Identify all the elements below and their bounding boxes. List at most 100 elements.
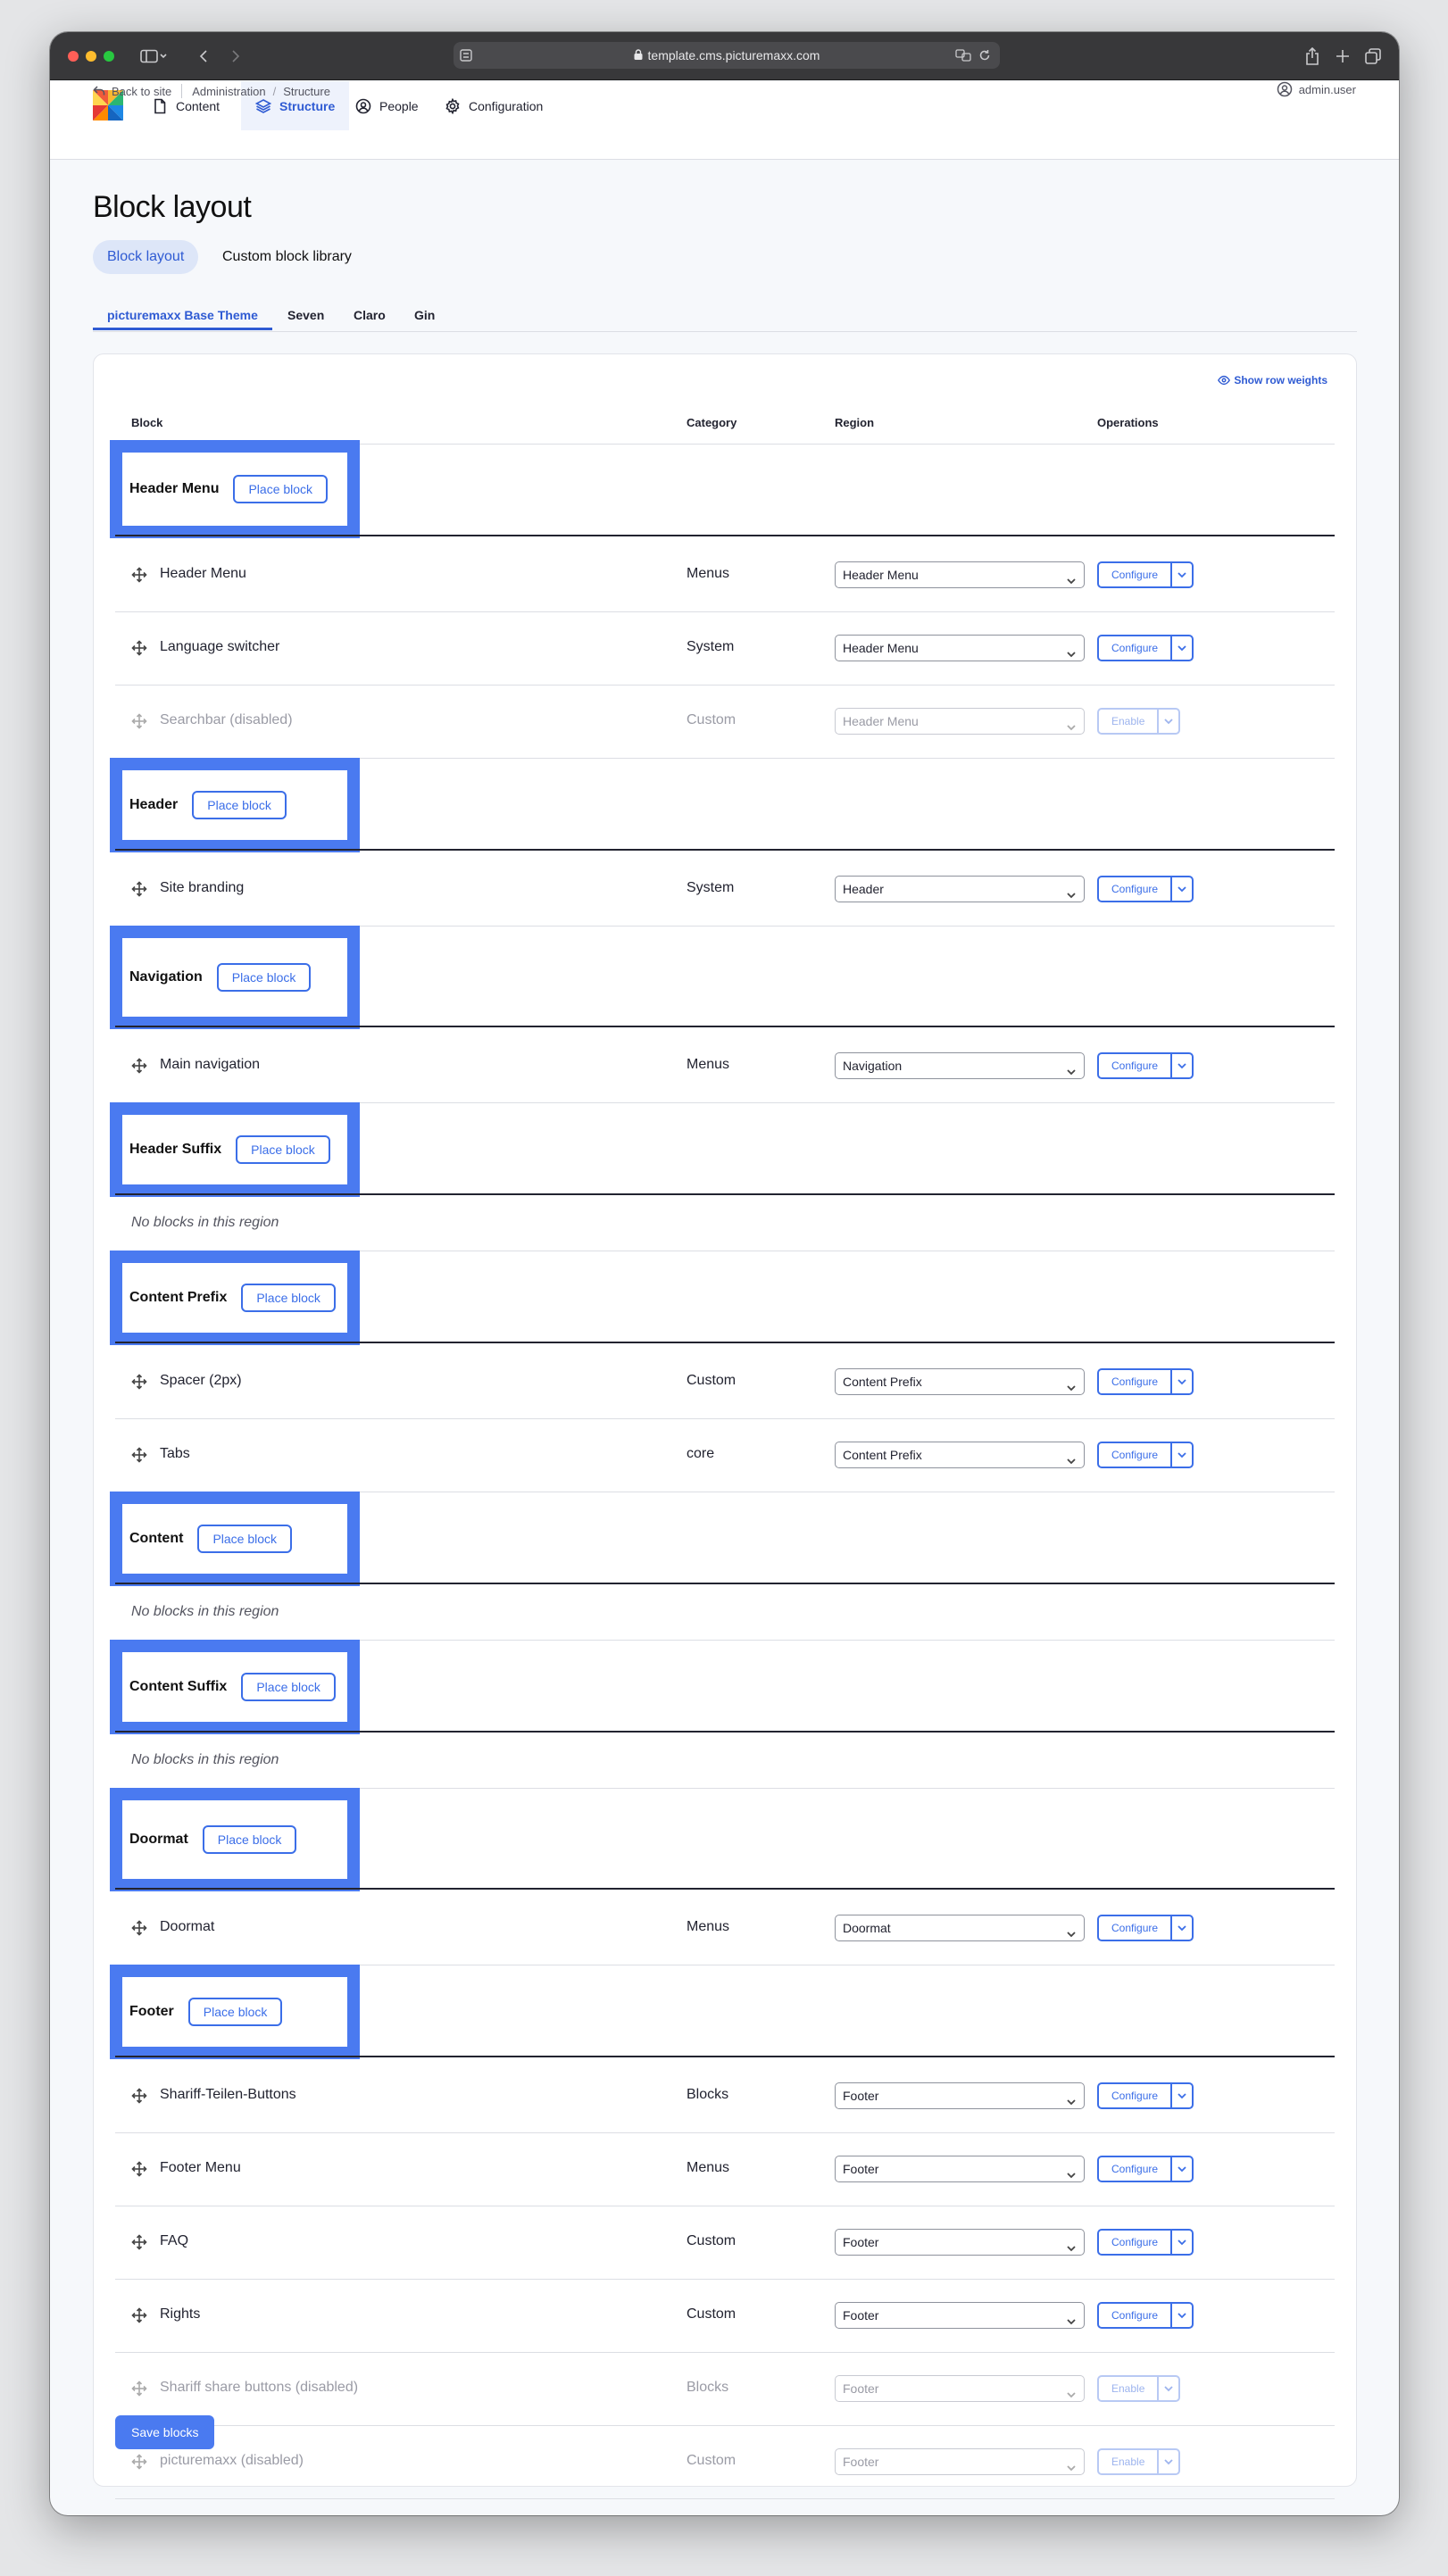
tab-block-layout[interactable]: Block layout: [93, 240, 199, 274]
nav-configuration[interactable]: Configuration: [430, 81, 557, 130]
drag-handle-icon[interactable]: [131, 567, 147, 583]
operations-dropdown-toggle[interactable]: [1170, 2304, 1192, 2327]
place-block-button[interactable]: Place block: [236, 1135, 330, 1164]
configure-button[interactable]: Configure: [1099, 1916, 1170, 1940]
drag-handle-icon[interactable]: [131, 2161, 147, 2177]
forward-icon[interactable]: [225, 45, 246, 68]
drag-handle-icon[interactable]: [131, 1447, 147, 1463]
operations-group: Configure: [1097, 2082, 1194, 2109]
drag-handle-icon[interactable]: [131, 713, 147, 729]
operations-dropdown-toggle[interactable]: [1157, 2450, 1178, 2473]
configure-button[interactable]: Configure: [1099, 1443, 1170, 1467]
configure-button[interactable]: Configure: [1099, 2304, 1170, 2327]
region-select[interactable]: Footer: [835, 2375, 1085, 2402]
drag-handle-icon[interactable]: [131, 2307, 147, 2323]
drag-handle-icon[interactable]: [131, 2088, 147, 2104]
configure-button[interactable]: Configure: [1099, 1370, 1170, 1393]
operations-dropdown-toggle[interactable]: [1170, 2084, 1192, 2107]
share-icon[interactable]: [1302, 45, 1322, 68]
show-row-weights-link[interactable]: Show row weights: [1218, 374, 1327, 386]
operations-dropdown-toggle[interactable]: [1170, 2157, 1192, 2181]
chevron-down-icon: [1066, 2383, 1077, 2398]
drag-handle-icon[interactable]: [131, 1920, 147, 1936]
region-select[interactable]: Content Prefix: [835, 1368, 1085, 1395]
drag-handle-icon[interactable]: [131, 1058, 147, 1074]
region-select[interactable]: Header Menu: [835, 708, 1085, 735]
configure-button[interactable]: Configure: [1099, 2157, 1170, 2181]
region-select[interactable]: Footer: [835, 2302, 1085, 2329]
place-block-button[interactable]: Place block: [241, 1673, 336, 1701]
configure-button[interactable]: Configure: [1099, 563, 1170, 586]
zoom-window-button[interactable]: [104, 51, 114, 62]
drag-handle-icon[interactable]: [131, 2234, 147, 2250]
operations-dropdown-toggle[interactable]: [1170, 636, 1192, 660]
nav-people[interactable]: People: [341, 81, 433, 130]
close-window-button[interactable]: [68, 51, 79, 62]
theme-tab-picturemaxx[interactable]: picturemaxx Base Theme: [93, 300, 272, 330]
chevron-down-icon: [1066, 1060, 1077, 1076]
region-select[interactable]: Footer: [835, 2448, 1085, 2475]
reload-icon[interactable]: [978, 49, 991, 64]
region-select-value: Header Menu: [843, 568, 919, 582]
region-select[interactable]: Footer: [835, 2229, 1085, 2256]
region-select[interactable]: Content Prefix: [835, 1442, 1085, 1468]
page-settings-icon[interactable]: [459, 48, 473, 65]
place-block-button[interactable]: Place block: [233, 475, 329, 503]
block-name: picturemaxx (disabled): [160, 2453, 304, 2468]
place-block-button[interactable]: Place block: [197, 1525, 293, 1553]
operations-group: Configure: [1097, 1915, 1194, 1941]
configure-button[interactable]: Configure: [1099, 2231, 1170, 2254]
enable-button[interactable]: Enable: [1099, 2377, 1157, 2400]
back-icon[interactable]: [193, 45, 214, 68]
drag-handle-icon[interactable]: [131, 881, 147, 897]
user-menu[interactable]: admin.user: [1277, 81, 1356, 97]
tab-overview-icon[interactable]: [1363, 45, 1383, 68]
place-block-button[interactable]: Place block: [216, 963, 312, 992]
theme-tab-seven[interactable]: Seven: [287, 300, 324, 330]
address-bar[interactable]: template.cms.picturemaxx.com: [454, 42, 1000, 69]
minimize-window-button[interactable]: [86, 51, 96, 62]
operations-dropdown-toggle[interactable]: [1170, 2231, 1192, 2254]
enable-button[interactable]: Enable: [1099, 710, 1157, 733]
drag-handle-icon[interactable]: [131, 2381, 147, 2397]
configure-button[interactable]: Configure: [1099, 1054, 1170, 1077]
configure-button[interactable]: Configure: [1099, 2084, 1170, 2107]
configure-button[interactable]: Configure: [1099, 636, 1170, 660]
tab-custom-block-library[interactable]: Custom block library: [208, 240, 366, 274]
breadcrumb-structure[interactable]: Structure: [283, 85, 330, 98]
drag-handle-icon[interactable]: [131, 2454, 147, 2470]
operations-dropdown-toggle[interactable]: [1170, 877, 1192, 901]
breadcrumb-administration[interactable]: Administration: [192, 85, 265, 98]
configure-button[interactable]: Configure: [1099, 877, 1170, 901]
region-select-value: Footer: [843, 2308, 879, 2323]
place-block-button[interactable]: Place block: [187, 1998, 283, 2026]
operations-dropdown-toggle[interactable]: [1170, 1054, 1192, 1077]
region-select[interactable]: Header Menu: [835, 635, 1085, 661]
operations-dropdown-toggle[interactable]: [1157, 2377, 1178, 2400]
operations-dropdown-toggle[interactable]: [1170, 563, 1192, 586]
place-block-button[interactable]: Place block: [192, 791, 287, 819]
operations-dropdown-toggle[interactable]: [1157, 710, 1178, 733]
region-select[interactable]: Footer: [835, 2156, 1085, 2182]
place-block-button[interactable]: Place block: [202, 1825, 297, 1854]
back-to-site-link[interactable]: Back to site: [93, 85, 171, 98]
region-select[interactable]: Footer: [835, 2082, 1085, 2109]
drag-handle-icon[interactable]: [131, 1374, 147, 1390]
enable-button[interactable]: Enable: [1099, 2450, 1157, 2473]
sidebar-toggle-icon[interactable]: [136, 45, 171, 68]
operations-dropdown-toggle[interactable]: [1170, 1916, 1192, 1940]
region-select[interactable]: Header: [835, 876, 1085, 902]
region-select[interactable]: Doormat: [835, 1915, 1085, 1941]
operations-dropdown-toggle[interactable]: [1170, 1370, 1192, 1393]
block-name: Searchbar (disabled): [160, 712, 293, 727]
theme-tab-claro[interactable]: Claro: [354, 300, 386, 330]
region-select[interactable]: Header Menu: [835, 561, 1085, 588]
new-tab-icon[interactable]: [1333, 45, 1352, 68]
operations-dropdown-toggle[interactable]: [1170, 1443, 1192, 1467]
place-block-button[interactable]: Place block: [241, 1284, 336, 1312]
region-select[interactable]: Navigation: [835, 1052, 1085, 1079]
translate-icon[interactable]: [955, 49, 971, 64]
drag-handle-icon[interactable]: [131, 640, 147, 656]
theme-tab-gin[interactable]: Gin: [414, 300, 435, 330]
save-blocks-button[interactable]: Save blocks: [115, 2415, 215, 2449]
